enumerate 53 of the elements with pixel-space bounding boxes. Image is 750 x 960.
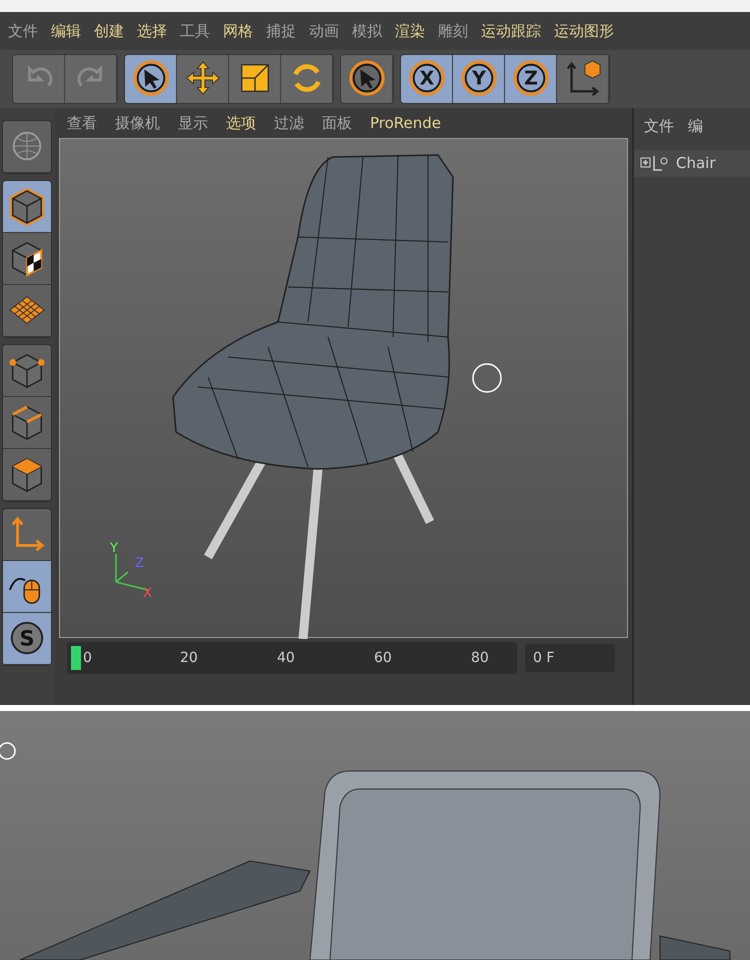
menu-item[interactable]: 模拟 (352, 20, 392, 42)
toolbar-button[interactable] (125, 55, 177, 103)
menu-item[interactable]: 选择 (137, 20, 177, 42)
tool-button[interactable] (3, 345, 51, 397)
frame-field[interactable]: 0 F (525, 644, 615, 672)
viewport-menu-item[interactable]: 查看 (67, 112, 97, 134)
viewport-menu-item[interactable]: 过滤 (274, 112, 304, 134)
toolbar-button[interactable]: Z (505, 55, 557, 103)
cube-icon (8, 186, 46, 226)
timeline-tick-label: 60 (374, 649, 392, 668)
viewport-menu-item[interactable]: 显示 (178, 112, 208, 134)
timeline-tick-label: 0 (83, 649, 92, 668)
menu-item[interactable]: 运动图形 (554, 20, 624, 42)
toolbar-button[interactable]: Y (453, 55, 505, 103)
toolbar-button[interactable]: X (401, 55, 453, 103)
axis-label: Y (110, 540, 118, 558)
timeline-tick-label: 80 (471, 649, 489, 668)
panel-tab[interactable]: 编 (688, 114, 703, 138)
viewport-menu-item[interactable]: 面板 (322, 112, 352, 134)
timeline-tick-label: 40 (277, 649, 295, 668)
axis-label: X (143, 585, 152, 603)
viewport-menu-item[interactable]: ProRende (370, 112, 442, 134)
timeline-track[interactable]: 0 20 40 60 80 (67, 642, 517, 674)
viewport[interactable] (0, 711, 750, 960)
toolbar-button[interactable] (177, 55, 229, 103)
timeline-tick-label: 20 (180, 649, 198, 668)
menu-item[interactable]: 创建 (94, 20, 134, 42)
menu-item[interactable]: 运动跟踪 (481, 20, 551, 42)
object-icon (640, 154, 670, 172)
menu-item[interactable]: 网格 (223, 20, 263, 42)
menu-item[interactable]: 编辑 (51, 20, 91, 42)
menu-item[interactable]: 雕刻 (438, 20, 478, 42)
viewport[interactable]: Y Z X (59, 138, 628, 638)
menu-item[interactable]: 文件 (8, 20, 48, 42)
toolbar-button[interactable] (557, 55, 609, 103)
toolbar-button[interactable] (281, 55, 333, 103)
menu-item[interactable]: 工具 (180, 20, 220, 42)
viewport-menu-item[interactable]: 选项 (226, 112, 256, 134)
tool-button[interactable] (3, 561, 51, 613)
tool-button[interactable]: S (3, 613, 51, 665)
menu-item[interactable]: 渲染 (395, 20, 435, 42)
menu-item[interactable]: 动画 (309, 20, 349, 42)
tool-button[interactable] (3, 397, 51, 449)
cursor-circle (471, 362, 503, 394)
viewport-menu-item[interactable]: 摄像机 (115, 112, 160, 134)
panel-tab[interactable]: 文件 (644, 114, 674, 138)
tool-button[interactable] (3, 181, 51, 233)
toolbar-button[interactable] (229, 55, 281, 103)
object-item[interactable]: Chair (634, 150, 750, 176)
axis-label: Z (135, 555, 144, 573)
tool-button[interactable] (3, 449, 51, 501)
menu-item[interactable]: 捕捉 (266, 20, 306, 42)
tool-button[interactable] (3, 233, 51, 285)
